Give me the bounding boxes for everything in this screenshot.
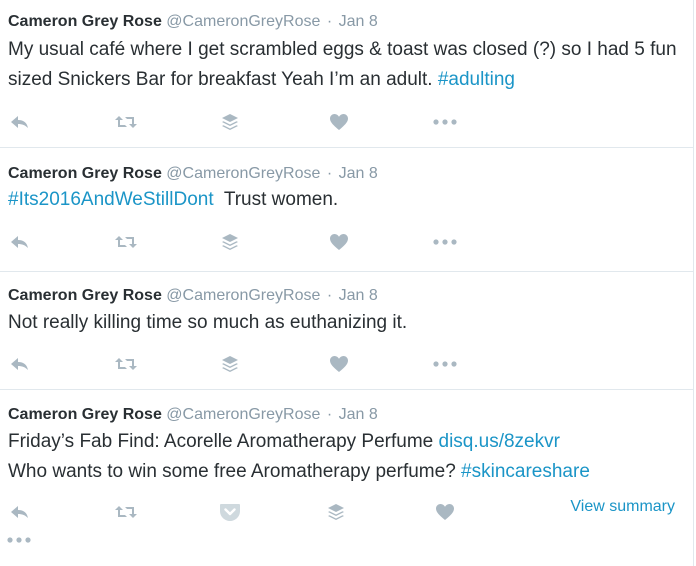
tweet-text-body: My usual café where I get scrambled eggs… xyxy=(8,39,677,90)
reply-icon[interactable] xyxy=(6,352,34,376)
hashtag-link[interactable]: #skincareshare xyxy=(461,461,590,482)
tweet-author-handle[interactable]: @CameronGreyRose xyxy=(166,165,320,182)
more-dots-icon[interactable] xyxy=(431,110,459,134)
more-dots-icon[interactable] xyxy=(431,230,459,254)
buffer-stack-icon[interactable] xyxy=(216,110,244,134)
tweet-text: #Its2016AndWeStillDont Trust women. xyxy=(8,185,681,215)
tweet-author-handle[interactable]: @CameronGreyRose xyxy=(166,287,320,304)
buffer-stack-icon[interactable] xyxy=(216,352,244,376)
tweet-text-body: Trust women. xyxy=(213,189,339,210)
tweet[interactable]: Cameron Grey Rose @CameronGreyRose · Jan… xyxy=(0,390,693,566)
tweet-header: Cameron Grey Rose @CameronGreyRose · Jan… xyxy=(8,286,378,306)
tweet-author-name[interactable]: Cameron Grey Rose xyxy=(8,406,162,423)
reply-icon[interactable] xyxy=(6,230,34,254)
retweet-icon[interactable] xyxy=(112,500,140,524)
retweet-icon[interactable] xyxy=(112,110,140,134)
tweet-header: Cameron Grey Rose @CameronGreyRose · Jan… xyxy=(8,164,378,184)
tweet-separator: · xyxy=(326,13,333,30)
heart-icon[interactable] xyxy=(325,110,353,134)
tweet-url-link[interactable]: disq.us/8zekvr xyxy=(439,431,560,452)
tweet[interactable]: Cameron Grey Rose @CameronGreyRose · Jan… xyxy=(0,272,693,390)
tweet-separator: · xyxy=(326,287,333,304)
tweet-actions xyxy=(0,110,693,134)
tweet-header: Cameron Grey Rose @CameronGreyRose · Jan… xyxy=(8,12,378,32)
tweet-text: Friday’s Fab Find: Acorelle Aromatherapy… xyxy=(8,427,681,487)
tweet[interactable]: Cameron Grey Rose @CameronGreyRose · Jan… xyxy=(0,148,693,272)
buffer-stack-icon[interactable] xyxy=(322,500,350,524)
tweet-author-name[interactable]: Cameron Grey Rose xyxy=(8,287,162,304)
retweet-icon[interactable] xyxy=(112,230,140,254)
tweet-text-body: Who wants to win some free Aromatherapy … xyxy=(8,461,462,482)
tweet-timestamp[interactable]: Jan 8 xyxy=(339,165,378,182)
tweet-timestamp[interactable]: Jan 8 xyxy=(339,287,378,304)
tweet-author-handle[interactable]: @CameronGreyRose xyxy=(166,406,320,423)
heart-icon[interactable] xyxy=(431,500,459,524)
tweet-actions xyxy=(0,230,693,254)
tweet[interactable]: Cameron Grey Rose @CameronGreyRose · Jan… xyxy=(0,0,693,148)
tweet-actions xyxy=(0,352,693,376)
hashtag-link[interactable]: #adulting xyxy=(438,69,515,90)
hashtag-link[interactable]: #Its2016AndWeStillDont xyxy=(8,189,214,210)
tweet-separator: · xyxy=(326,165,333,182)
reply-icon[interactable] xyxy=(6,110,34,134)
timeline: Cameron Grey Rose @CameronGreyRose · Jan… xyxy=(0,0,694,566)
tweet-text-body: Not really killing time so much as eutha… xyxy=(8,312,408,333)
view-summary-link[interactable]: View summary xyxy=(570,498,675,516)
tweet-text: Not really killing time so much as eutha… xyxy=(8,308,681,338)
pocket-icon[interactable] xyxy=(216,500,244,524)
tweet-header: Cameron Grey Rose @CameronGreyRose · Jan… xyxy=(8,405,378,425)
more-dots-icon[interactable] xyxy=(431,352,459,376)
more-dots-icon[interactable] xyxy=(5,528,33,552)
tweet-separator: · xyxy=(326,406,333,423)
retweet-icon[interactable] xyxy=(112,352,140,376)
reply-icon[interactable] xyxy=(6,500,34,524)
buffer-stack-icon[interactable] xyxy=(216,230,244,254)
tweet-author-handle[interactable]: @CameronGreyRose xyxy=(166,13,320,30)
tweet-author-name[interactable]: Cameron Grey Rose xyxy=(8,165,162,182)
tweet-timestamp[interactable]: Jan 8 xyxy=(339,406,378,423)
heart-icon[interactable] xyxy=(325,230,353,254)
tweet-actions-overflow xyxy=(0,528,693,552)
tweet-text-body: Friday’s Fab Find: Acorelle Aromatherapy… xyxy=(8,431,439,452)
heart-icon[interactable] xyxy=(325,352,353,376)
tweet-timestamp[interactable]: Jan 8 xyxy=(339,13,378,30)
tweet-author-name[interactable]: Cameron Grey Rose xyxy=(8,13,162,30)
tweet-text: My usual café where I get scrambled eggs… xyxy=(8,35,681,95)
